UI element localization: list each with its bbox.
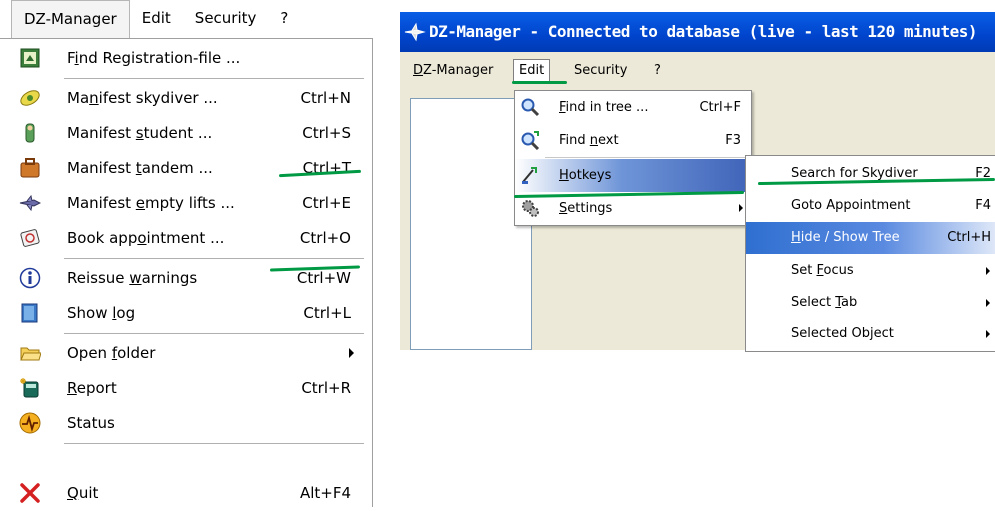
menubar-help[interactable]: ? — [268, 0, 300, 36]
menu-item-manifest-empty-lifts[interactable]: Manifest empty lifts ... Ctrl+E — [0, 186, 372, 221]
hotkeys-icon — [520, 165, 540, 185]
menu-item-manifest-student[interactable]: Manifest student ... Ctrl+S — [0, 116, 372, 151]
menubar-dz-manager[interactable]: DZ-Manager — [11, 0, 130, 38]
menu-item-select-tab[interactable]: Select Tab — [746, 287, 995, 319]
menu-item-find-in-tree[interactable]: Find in tree ... Ctrl+F — [515, 91, 751, 124]
menu-item-hotkeys[interactable]: Hotkeys — [515, 159, 751, 192]
menu-item-show-log[interactable]: Show log Ctrl+L — [0, 296, 372, 331]
settings-icon — [520, 198, 540, 218]
log-icon — [19, 302, 41, 324]
skydiver-icon — [19, 87, 41, 109]
quit-icon — [19, 482, 41, 504]
menu-item-status[interactable]: Status — [0, 406, 372, 441]
menubar-help[interactable]: ? — [649, 60, 666, 82]
menubar-edit[interactable]: Edit — [513, 59, 551, 83]
empty-lifts-icon — [19, 192, 41, 214]
registration-file-icon — [19, 47, 41, 69]
title-bar: DZ-Manager - Connected to database (live… — [400, 12, 995, 52]
left-menubar: DZ-Manager Edit Security ? — [11, 0, 300, 38]
submenu-arrow-icon — [986, 299, 990, 307]
menu-item-find-registration-file[interactable]: Find Registration-file ... — [0, 41, 372, 76]
menu-item-find-next[interactable]: Find next F3 — [515, 124, 751, 157]
student-icon — [19, 122, 41, 144]
edit-dropdown: Find in tree ... Ctrl+F Find next F3 Hot… — [514, 90, 752, 226]
menu-separator — [64, 78, 364, 79]
folder-icon — [19, 342, 41, 364]
menu-item-open-folder[interactable]: Open folder — [0, 336, 372, 371]
menu-separator — [545, 157, 745, 158]
appointment-icon — [19, 227, 41, 249]
find-next-icon — [520, 130, 540, 151]
window-menubar: DZ-Manager Edit Security ? — [400, 52, 995, 90]
menu-item-search-for-skydiver[interactable]: Search for Skydiver F2 — [746, 158, 995, 190]
magnifier-icon — [520, 97, 540, 117]
report-icon — [19, 377, 41, 399]
status-icon — [19, 412, 41, 434]
submenu-arrow-icon — [349, 348, 354, 358]
menu-separator — [64, 443, 364, 444]
menubar-security[interactable]: Security — [183, 0, 269, 36]
tandem-icon — [19, 157, 41, 179]
menubar-edit[interactable]: Edit — [130, 0, 183, 36]
highlight-underline — [512, 81, 567, 84]
menu-item-goto-appointment[interactable]: Goto Appointment F4 — [746, 190, 995, 222]
menubar-dz-manager[interactable]: DZ-Manager — [408, 60, 498, 82]
menu-item-report[interactable]: Report Ctrl+R — [0, 371, 372, 406]
window-title: DZ-Manager - Connected to database (live… — [429, 22, 977, 41]
menubar-security[interactable]: Security — [569, 60, 632, 82]
info-icon — [19, 267, 41, 289]
airplane-icon — [404, 21, 426, 47]
submenu-arrow-icon — [739, 204, 743, 212]
menu-item-book-appointment[interactable]: Book appointment ... Ctrl+O — [0, 221, 372, 256]
menu-item-manifest-skydiver[interactable]: Manifest skydiver ... Ctrl+N — [0, 81, 372, 116]
menu-item-manifest-tandem[interactable]: Manifest tandem ... Ctrl+T — [0, 151, 372, 186]
menu-item-hide-show-tree[interactable]: Hide / Show Tree Ctrl+H — [746, 222, 995, 254]
left-menu-screenshot: DZ-Manager Edit Security ? Find Registra… — [0, 0, 373, 507]
menu-separator — [64, 258, 364, 259]
submenu-arrow-icon — [986, 267, 990, 275]
menu-item-set-focus[interactable]: Set Focus — [746, 255, 995, 287]
submenu-arrow-icon — [986, 330, 990, 338]
menu-separator — [64, 333, 364, 334]
dz-manager-dropdown: Find Registration-file ... Manifest skyd… — [0, 38, 373, 507]
menu-item-selected-object[interactable]: Selected Object — [746, 318, 995, 350]
